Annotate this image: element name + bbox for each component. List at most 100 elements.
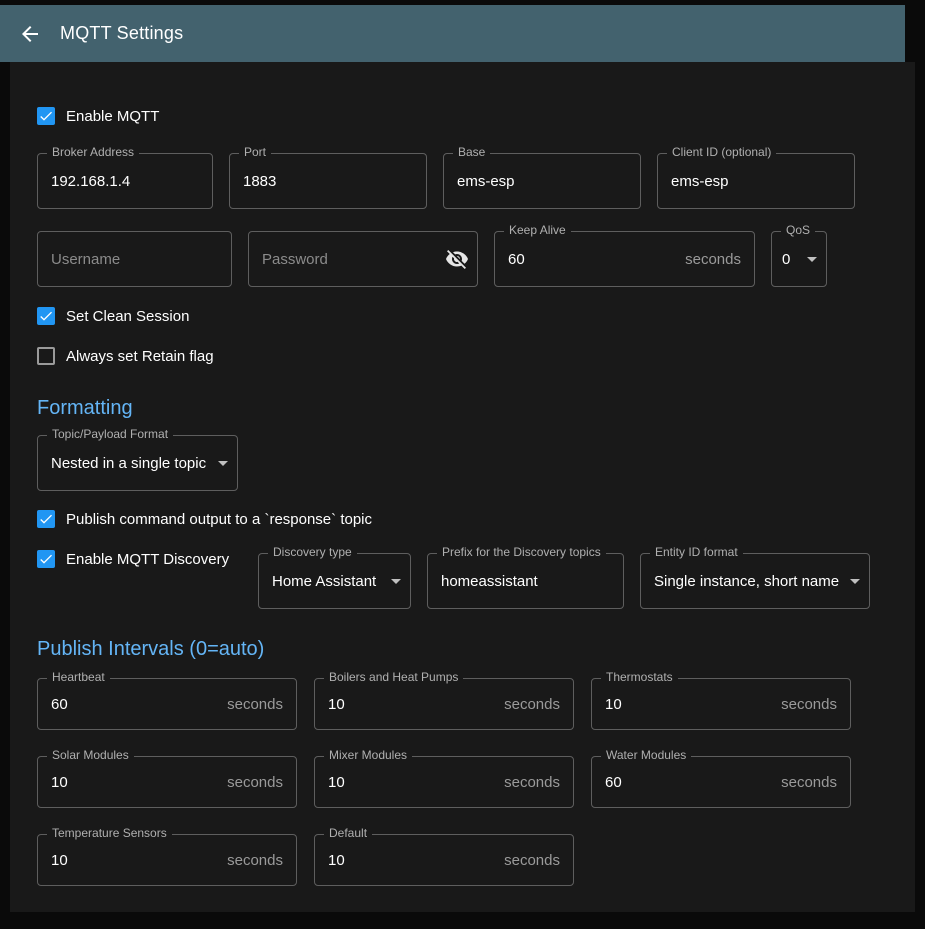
interval-temperature-sensors-label: Temperature Sensors — [47, 826, 172, 841]
checkbox-checked-icon — [37, 107, 55, 125]
topic-format-row: Topic/Payload Format Nested in a single … — [37, 435, 888, 491]
qos-label: QoS — [781, 223, 815, 238]
check-icon — [38, 511, 54, 527]
discovery-prefix-label: Prefix for the Discovery topics — [437, 545, 606, 560]
interval-temperature-sensors-value: 10 — [51, 852, 68, 869]
entity-id-format-label: Entity ID format — [650, 545, 743, 560]
topic-format-select[interactable]: Topic/Payload Format Nested in a single … — [37, 435, 238, 491]
interval-mixer-value: 10 — [328, 774, 345, 791]
base-label: Base — [453, 145, 490, 160]
interval-water-field[interactable]: Water Modules 60 seconds — [591, 756, 851, 808]
clean-session-checkbox[interactable]: Set Clean Session — [37, 306, 888, 326]
interval-thermostats-field[interactable]: Thermostats 10 seconds — [591, 678, 851, 730]
dropdown-arrow-icon — [850, 579, 860, 584]
interval-suffix: seconds — [504, 774, 560, 791]
keep-alive-label: Keep Alive — [504, 223, 571, 238]
port-label: Port — [239, 145, 271, 160]
retain-flag-checkbox[interactable]: Always set Retain flag — [37, 346, 888, 366]
page-title: MQTT Settings — [60, 23, 183, 44]
checkbox-unchecked-icon — [37, 347, 55, 365]
interval-suffix: seconds — [781, 774, 837, 791]
entity-id-format-value: Single instance, short name — [654, 573, 839, 590]
interval-solar-value: 10 — [51, 774, 68, 791]
visibility-off-icon — [445, 247, 469, 271]
username-field[interactable]: Username — [37, 231, 232, 287]
interval-default-label: Default — [324, 826, 372, 841]
interval-thermostats-label: Thermostats — [601, 670, 678, 685]
keep-alive-field[interactable]: Keep Alive 60 seconds — [494, 231, 755, 287]
broker-address-value: 192.168.1.4 — [51, 173, 130, 190]
username-placeholder: Username — [51, 251, 120, 268]
qos-select[interactable]: QoS 0 — [771, 231, 827, 287]
interval-heartbeat-field[interactable]: Heartbeat 60 seconds — [37, 678, 297, 730]
check-icon — [38, 308, 54, 324]
formatting-heading: Formatting — [37, 396, 888, 420]
interval-default-field[interactable]: Default 10 seconds — [314, 834, 574, 886]
clean-session-label: Set Clean Session — [66, 308, 189, 325]
interval-water-value: 60 — [605, 774, 622, 791]
keep-alive-suffix: seconds — [685, 251, 741, 268]
base-value: ems-esp — [457, 173, 515, 190]
checkbox-checked-icon — [37, 550, 55, 568]
discovery-type-select[interactable]: Discovery type Home Assistant — [258, 553, 411, 609]
publish-intervals-heading: Publish Intervals (0=auto) — [37, 637, 888, 661]
appbar-row: MQTT Settings — [0, 5, 925, 62]
discovery-prefix-field[interactable]: Prefix for the Discovery topics homeassi… — [427, 553, 624, 609]
interval-water-label: Water Modules — [601, 748, 691, 763]
check-icon — [38, 551, 54, 567]
interval-boilers-field[interactable]: Boilers and Heat Pumps 10 seconds — [314, 678, 574, 730]
interval-boilers-label: Boilers and Heat Pumps — [324, 670, 463, 685]
broker-address-label: Broker Address — [47, 145, 139, 160]
discovery-type-label: Discovery type — [268, 545, 357, 560]
intervals-grid: Heartbeat 60 seconds Boilers and Heat Pu… — [37, 678, 888, 886]
credentials-row: Username Password Keep Alive 60 seconds … — [37, 231, 888, 287]
entity-id-format-select[interactable]: Entity ID format Single instance, short … — [640, 553, 870, 609]
discovery-row: Enable MQTT Discovery Discovery type Hom… — [37, 549, 888, 609]
interval-suffix: seconds — [504, 696, 560, 713]
publish-response-checkbox[interactable]: Publish command output to a `response` t… — [37, 509, 888, 529]
interval-mixer-field[interactable]: Mixer Modules 10 seconds — [314, 756, 574, 808]
app-header: MQTT Settings — [0, 5, 905, 62]
discovery-type-value: Home Assistant — [272, 573, 376, 590]
broker-settings-row: Broker Address 192.168.1.4 Port 1883 Bas… — [37, 153, 888, 209]
toggle-password-visibility-button[interactable] — [445, 247, 469, 271]
interval-suffix: seconds — [227, 774, 283, 791]
interval-heartbeat-value: 60 — [51, 696, 68, 713]
enable-mqtt-label: Enable MQTT — [66, 108, 159, 125]
discovery-prefix-value: homeassistant — [441, 573, 538, 590]
client-id-field[interactable]: Client ID (optional) ems-esp — [657, 153, 855, 209]
check-icon — [38, 108, 54, 124]
publish-response-label: Publish command output to a `response` t… — [66, 511, 372, 528]
arrow-back-icon — [18, 22, 42, 46]
dropdown-arrow-icon — [218, 461, 228, 466]
qos-value: 0 — [782, 251, 790, 268]
client-id-value: ems-esp — [671, 173, 729, 190]
interval-solar-field[interactable]: Solar Modules 10 seconds — [37, 756, 297, 808]
broker-address-field[interactable]: Broker Address 192.168.1.4 — [37, 153, 213, 209]
settings-panel: Enable MQTT Broker Address 192.168.1.4 P… — [10, 62, 915, 912]
back-button[interactable] — [18, 22, 42, 46]
port-value: 1883 — [243, 173, 276, 190]
scrollbar-track[interactable] — [905, 5, 925, 62]
checkbox-checked-icon — [37, 510, 55, 528]
port-field[interactable]: Port 1883 — [229, 153, 427, 209]
password-placeholder: Password — [262, 251, 328, 268]
enable-discovery-checkbox[interactable]: Enable MQTT Discovery — [37, 549, 258, 569]
enable-discovery-label: Enable MQTT Discovery — [66, 551, 229, 568]
page: MQTT Settings Enable MQTT Broker Address… — [0, 0, 925, 912]
client-id-label: Client ID (optional) — [667, 145, 776, 160]
dropdown-arrow-icon — [391, 579, 401, 584]
interval-temperature-sensors-field[interactable]: Temperature Sensors 10 seconds — [37, 834, 297, 886]
interval-solar-label: Solar Modules — [47, 748, 134, 763]
checkbox-checked-icon — [37, 307, 55, 325]
dropdown-arrow-icon — [807, 257, 817, 262]
interval-suffix: seconds — [227, 852, 283, 869]
discovery-fields: Discovery type Home Assistant Prefix for… — [258, 553, 870, 609]
interval-suffix: seconds — [781, 696, 837, 713]
interval-boilers-value: 10 — [328, 696, 345, 713]
enable-mqtt-checkbox[interactable]: Enable MQTT — [37, 106, 888, 126]
base-field[interactable]: Base ems-esp — [443, 153, 641, 209]
interval-mixer-label: Mixer Modules — [324, 748, 412, 763]
password-field[interactable]: Password — [248, 231, 478, 287]
interval-heartbeat-label: Heartbeat — [47, 670, 110, 685]
